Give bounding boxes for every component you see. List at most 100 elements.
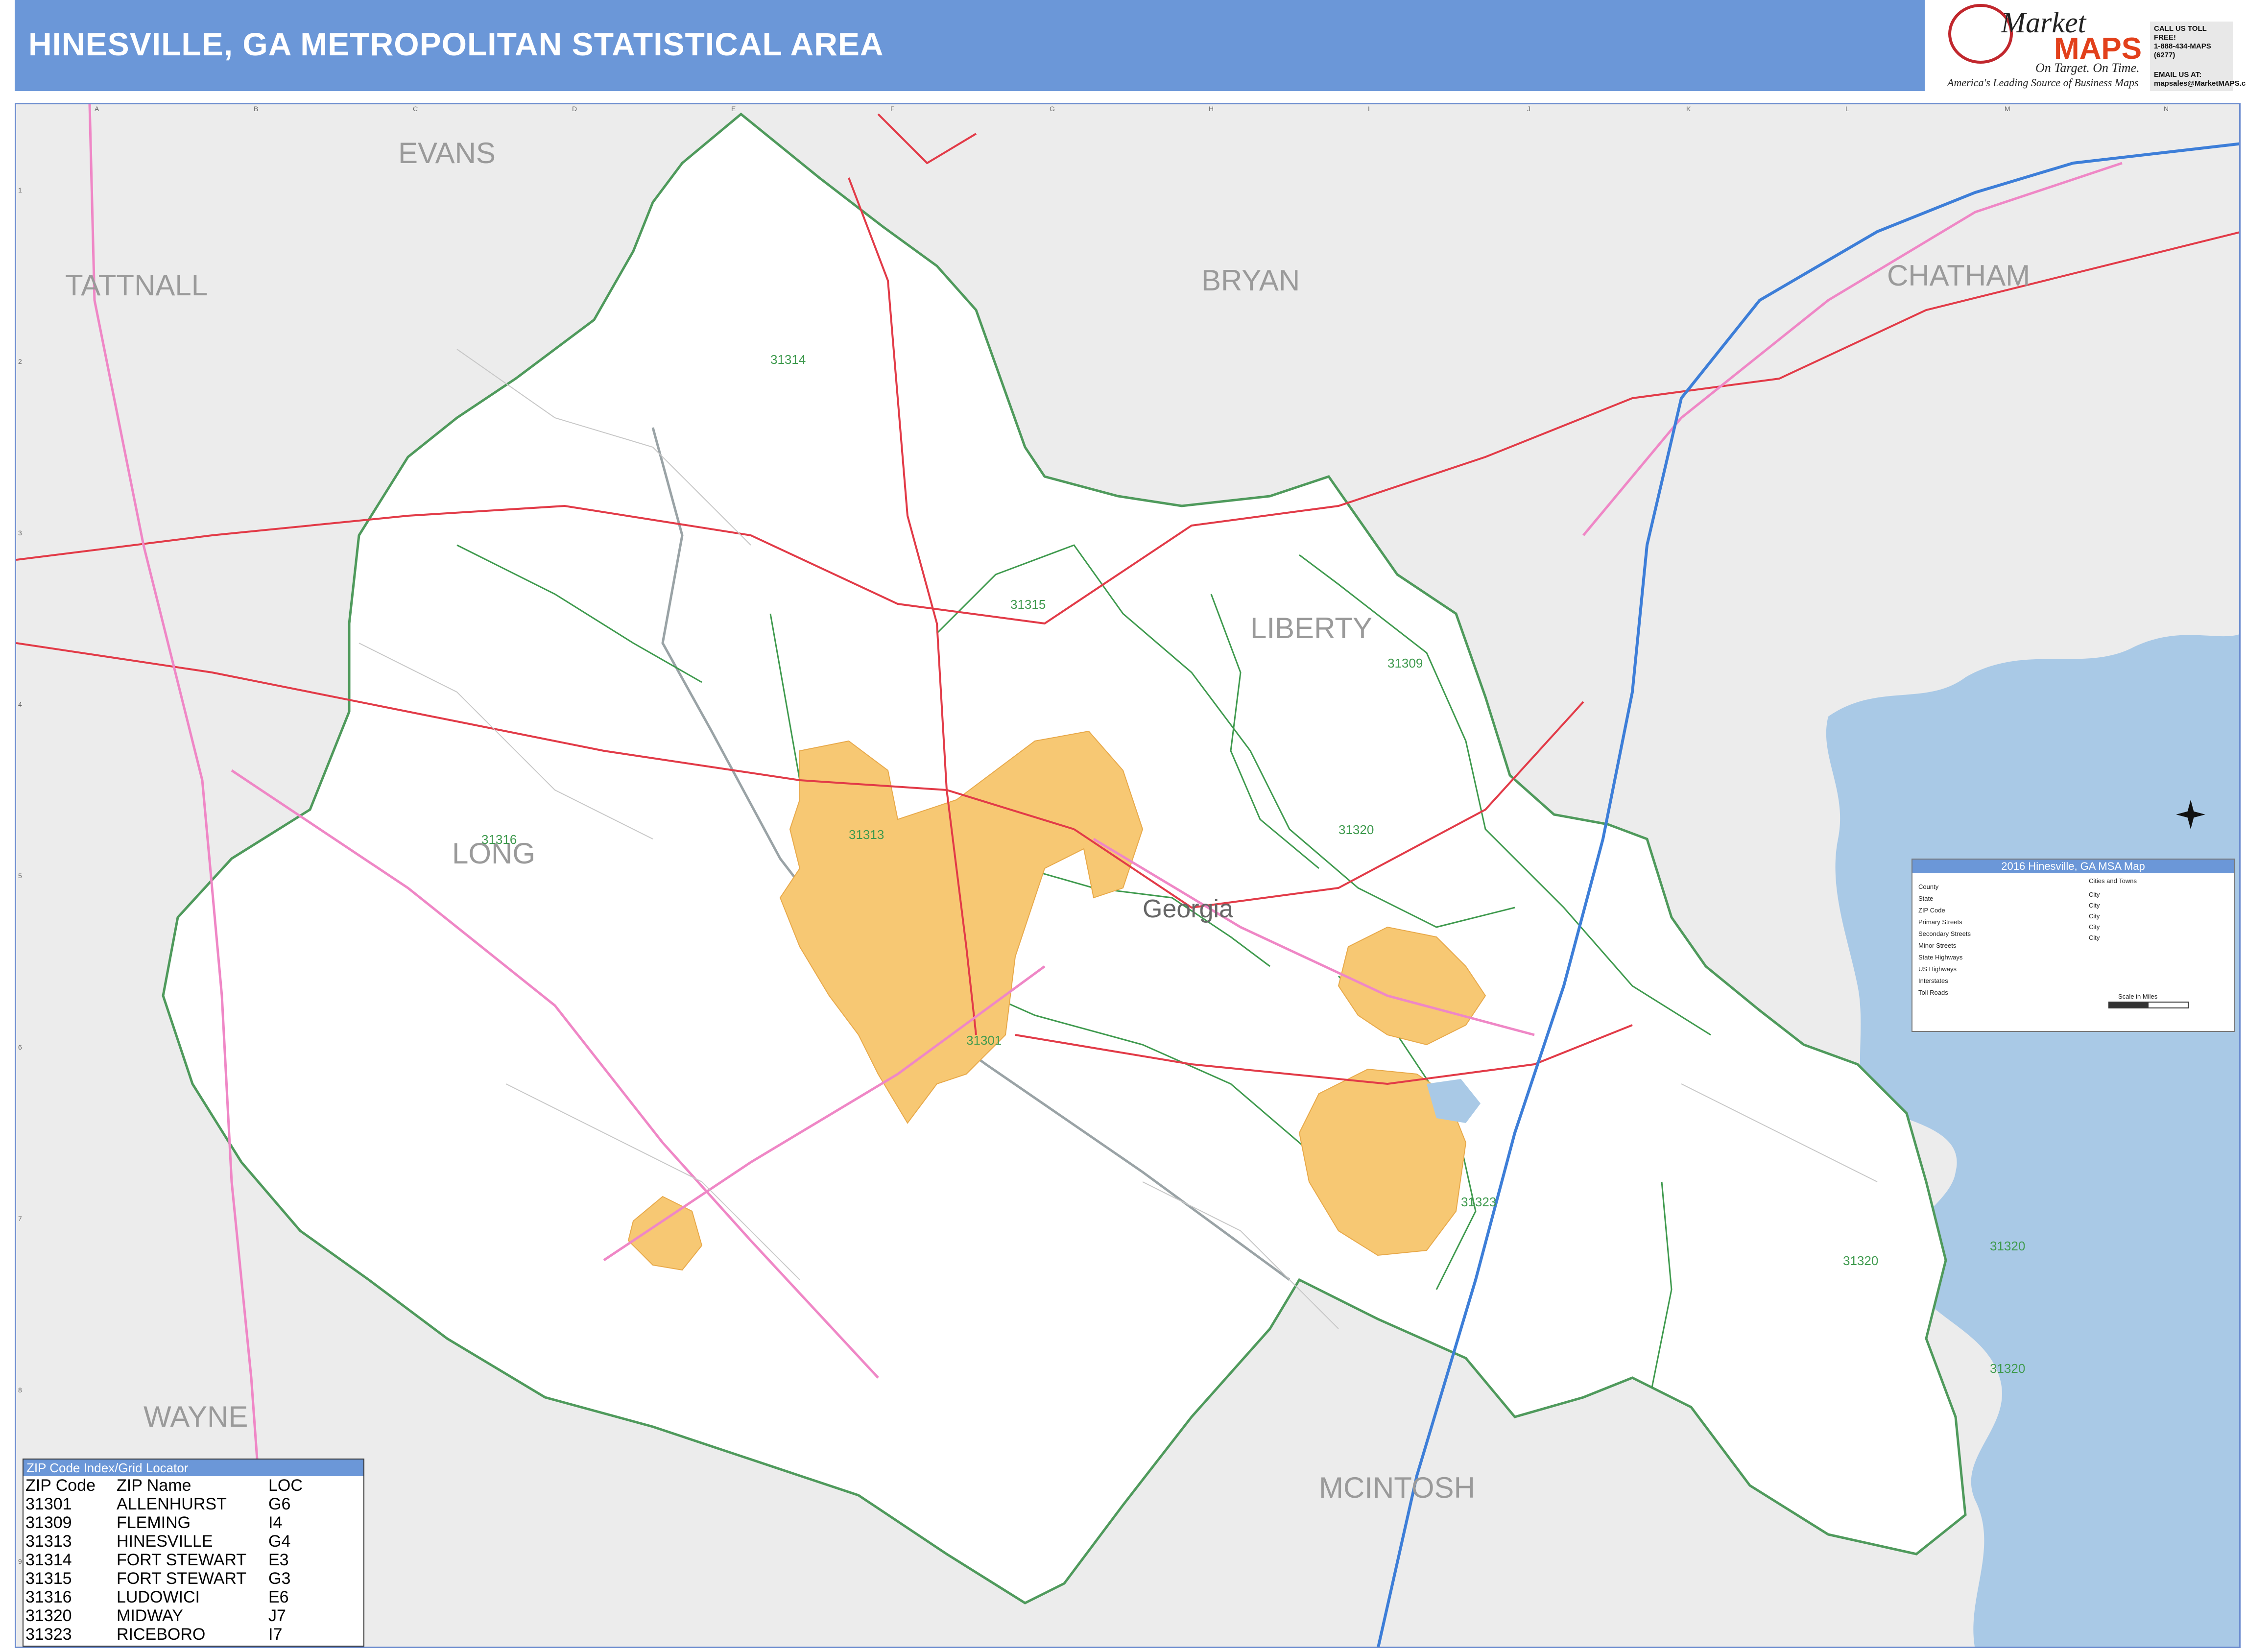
legend-row: State Highways [1918, 954, 1963, 961]
zip-index-cell: J7 [268, 1606, 286, 1625]
zip-index-cell: FORT STEWART [117, 1569, 247, 1588]
zip-label-31320-d: 31320 [1990, 1361, 2025, 1376]
table-row: 31323 RICEBORO I7 [25, 1625, 327, 1644]
zip-index-cell: G6 [268, 1495, 291, 1513]
grid-col-label: H [1209, 105, 1214, 113]
zip-index-header: ZIP Name [117, 1476, 191, 1495]
logo-subtag: America's Leading Source of Business Map… [1947, 76, 2139, 89]
zip-index-cell: ALLENHURST [117, 1495, 227, 1513]
grid-col-label: G [1050, 105, 1055, 113]
legend-scale: Scale in Miles [2118, 993, 2158, 1000]
zip-label-31313: 31313 [849, 827, 884, 842]
legend-row: ZIP Code [1918, 907, 1945, 914]
zip-index-cell: 31323 [25, 1625, 72, 1644]
grid-row-label: 8 [18, 1386, 22, 1394]
state-label: Georgia [1143, 895, 1233, 923]
title-bar: HINESVILLE, GA METROPOLITAN STATISTICAL … [15, 0, 1925, 91]
grid-row-label: 2 [18, 358, 22, 365]
grid-row-label: 9 [18, 1557, 22, 1565]
legend-row: Interstates [1918, 977, 1948, 984]
legend-city-size: City [2089, 902, 2100, 909]
county-label-wayne: WAYNE [143, 1400, 248, 1433]
legend-row: Primary Streets [1918, 918, 1962, 926]
marketmaps-logo: Market MAPS On Target. On Time. America'… [1928, 0, 2148, 91]
grid-row-label: 7 [18, 1215, 22, 1222]
zip-label-31316: 31316 [481, 832, 517, 847]
county-label-bryan: BRYAN [1201, 264, 1300, 297]
table-row: 31301 ALLENHURST G6 [25, 1495, 327, 1513]
logo-tagline: On Target. On Time. [2035, 61, 2140, 75]
zip-label-31301: 31301 [966, 1033, 1002, 1048]
grid-col-label: K [1686, 105, 1691, 113]
zip-index-header: ZIP Code [25, 1476, 96, 1495]
grid-row-label: 3 [18, 529, 22, 537]
zip-index-cell: G4 [268, 1532, 291, 1551]
legend-row: Toll Roads [1918, 989, 1948, 996]
zip-index-cell: FLEMING [117, 1513, 191, 1532]
legend-row: State [1918, 895, 1934, 902]
contact-line-1: CALL US TOLL FREE! [2154, 24, 2207, 42]
grid-col-label: C [413, 105, 418, 113]
grid-col-label: A [95, 105, 99, 113]
zip-label-31314: 31314 [770, 352, 806, 367]
zip-index-cell: 31320 [25, 1606, 72, 1625]
legend-cities-header: Cities and Towns [2089, 877, 2137, 885]
contact-line-4: mapsales@MarketMAPS.com [2154, 79, 2246, 88]
zip-index-table: ZIP Code ZIP Name LOC 31301 ALLENHURST G6 3… [25, 1476, 327, 1644]
county-label-mcintosh: MCINTOSH [1319, 1471, 1475, 1504]
contact-line-3: EMAIL US AT: [2154, 71, 2202, 79]
grid-col-label: L [1845, 105, 1849, 113]
scale-bar [2108, 1002, 2189, 1008]
legend-row: Minor Streets [1918, 942, 1957, 949]
zip-index-cell: E3 [268, 1551, 289, 1569]
map-title: HINESVILLE, GA METROPOLITAN STATISTICAL … [28, 26, 884, 62]
legend-title: 2016 Hinesville, GA MSA Map [1912, 860, 2234, 873]
legend-city-size: City [2089, 891, 2100, 898]
zip-index-cell: E6 [268, 1588, 289, 1606]
grid-col-label: B [254, 105, 258, 113]
zip-index-cell: RICEBORO [117, 1625, 206, 1644]
zip-index-cell: 31314 [25, 1551, 72, 1569]
zip-index-cell: MIDWAY [117, 1606, 183, 1625]
grid-row-label: 6 [18, 1043, 22, 1051]
map-frame[interactable]: EVANS TATTNALL BRYAN CHATHAM LIBERTY LON… [15, 103, 2241, 1648]
grid-row-label: 5 [18, 872, 22, 880]
zip-label-31309: 31309 [1387, 656, 1423, 670]
table-row: 31320 MIDWAY J7 [25, 1606, 327, 1625]
zip-label-31315: 31315 [1010, 597, 1046, 612]
legend-row: Secondary Streets [1918, 930, 1971, 937]
grid-col-label: J [1527, 105, 1530, 113]
zip-index-header-row: ZIP Code ZIP Name LOC [25, 1476, 327, 1495]
legend-city-size: City [2089, 912, 2100, 920]
grid-col-label: N [2164, 105, 2169, 113]
zip-index-cell: FORT STEWART [117, 1551, 247, 1569]
zip-index-cell: 31315 [25, 1569, 72, 1588]
zip-index-title: ZIP Code Index/Grid Locator [24, 1460, 363, 1476]
legend-row: County [1918, 883, 1939, 890]
table-row: 31316 LUDOWICI E6 [25, 1588, 327, 1606]
legend-city-size: City [2089, 934, 2100, 941]
zip-index-cell: 31309 [25, 1513, 72, 1532]
county-label-tattnall: TATTNALL [65, 269, 208, 302]
map-canvas[interactable]: EVANS TATTNALL BRYAN CHATHAM LIBERTY LON… [16, 104, 2241, 1648]
table-row: 31313 HINESVILLE G4 [25, 1532, 327, 1551]
zip-label-31320-b: 31320 [1843, 1253, 1878, 1268]
grid-col-label: I [1368, 105, 1370, 113]
zip-index-cell: I4 [268, 1513, 283, 1532]
zip-index-header: LOC [268, 1476, 303, 1495]
zip-code-index: ZIP Code Index/Grid Locator ZIP Code ZIP… [23, 1459, 364, 1647]
contact-box: CALL US TOLL FREE! 1-888-434-MAPS (6277)… [2150, 22, 2246, 91]
grid-col-label: D [572, 105, 577, 113]
zip-index-cell: HINESVILLE [117, 1532, 213, 1551]
county-label-liberty: LIBERTY [1250, 612, 1372, 645]
legend-row: US Highways [1918, 965, 1957, 973]
grid-col-label: E [731, 105, 736, 113]
county-label-chatham: CHATHAM [1887, 259, 2030, 292]
grid-col-label: M [2005, 105, 2010, 113]
map-legend: 2016 Hinesville, GA MSA Map Cities and T… [1911, 859, 2235, 1032]
grid-row-label: 4 [18, 700, 22, 708]
zip-label-31323: 31323 [1461, 1195, 1496, 1209]
contact-line-2: 1-888-434-MAPS (6277) [2154, 42, 2211, 59]
zip-index-cell: LUDOWICI [117, 1588, 200, 1606]
county-label-evans: EVANS [398, 137, 496, 169]
